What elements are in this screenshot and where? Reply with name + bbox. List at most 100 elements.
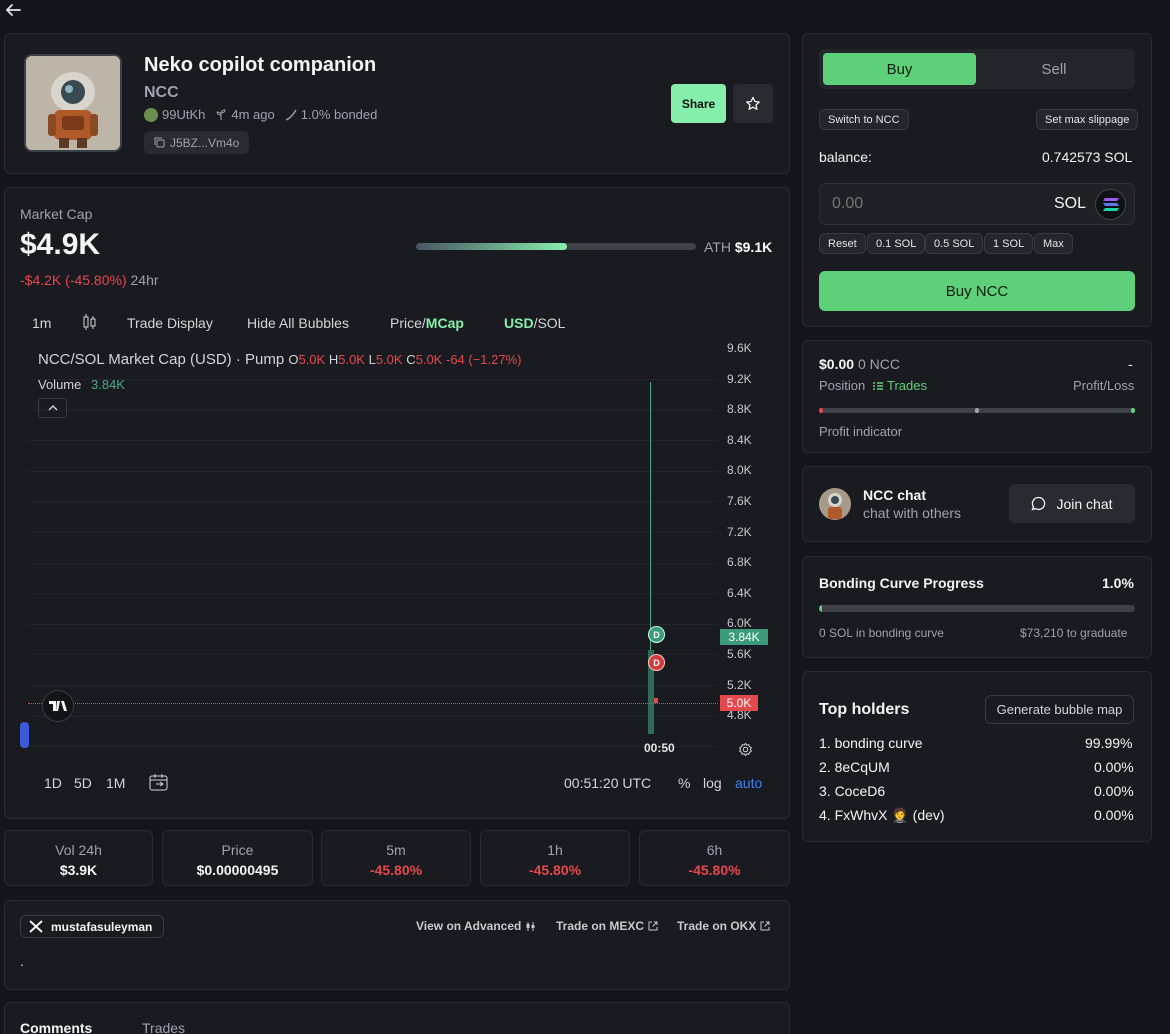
low-value: 5.0K xyxy=(375,352,403,367)
tab-buy[interactable]: Buy xyxy=(823,53,976,85)
gridline xyxy=(28,715,718,717)
back-arrow-icon[interactable] xyxy=(4,2,24,20)
price-chart[interactable]: 9.6K 9.2K 8.8K 8.4K 8.0K 7.6K 7.2K 6.8K 6.4K 6.0K… xyxy=(20,341,768,765)
trade-mexc-link[interactable]: Trade on MEXC xyxy=(556,919,658,933)
tab-sell[interactable]: Sell xyxy=(977,53,1131,85)
holder-name[interactable]: 1. bonding curve xyxy=(819,735,923,751)
bonding-in-curve: 0 SOL in bonding curve xyxy=(819,626,944,640)
chart-pair-title: NCC/SOL Market Cap (USD) · Pump xyxy=(38,351,285,368)
y-tick-label: 9.2K xyxy=(727,371,752,386)
holder-name[interactable]: 2. 8eCqUM xyxy=(819,759,890,775)
range-1d[interactable]: 1D xyxy=(44,775,62,791)
market-cap-label: Market Cap xyxy=(20,206,93,222)
holder-name[interactable]: 4. FxWhvX 🤵 (dev) xyxy=(819,807,945,824)
log-scale-toggle[interactable]: log xyxy=(703,775,722,791)
candle-type-icon[interactable] xyxy=(82,313,96,331)
hide-bubbles-button[interactable]: Hide All Bubbles xyxy=(247,315,349,331)
bonding-title: Bonding Curve Progress xyxy=(819,575,984,591)
set-slippage-button[interactable]: Set max slippage xyxy=(1036,109,1139,130)
creator-avatar-icon xyxy=(144,107,158,122)
stat-value: $0.00000495 xyxy=(196,862,279,878)
balance-value: 0.742573 SOL xyxy=(1042,149,1133,165)
range-5d[interactable]: 5D xyxy=(74,775,92,791)
y-tick-label: 7.6K xyxy=(727,494,752,508)
zero-marker xyxy=(975,408,979,413)
favorite-button[interactable] xyxy=(733,84,773,123)
share-button[interactable]: Share xyxy=(671,84,726,123)
percent-scale-toggle[interactable]: % xyxy=(678,775,690,791)
stat-label: Price xyxy=(221,842,254,858)
time-axis-label: 00:50 xyxy=(644,741,675,755)
copy-icon xyxy=(154,137,165,148)
quick-max[interactable]: Max xyxy=(1034,233,1073,254)
auto-scale-toggle[interactable]: auto xyxy=(735,775,762,791)
price-badge: 5.0K xyxy=(720,695,758,711)
range-1m[interactable]: 1M xyxy=(106,775,125,791)
position-label: Position xyxy=(819,378,866,393)
gridline xyxy=(28,409,718,411)
chart-legend: NCC/SOL Market Cap (USD) · Pump O5.0K H5… xyxy=(38,351,522,368)
holder-pct: 99.99% xyxy=(1085,735,1133,751)
candles-icon xyxy=(526,921,535,931)
tab-trades[interactable]: Trades xyxy=(142,1020,185,1034)
stat-value: $3.9K xyxy=(59,862,98,878)
token-name: Neko copilot companion xyxy=(144,54,377,76)
view-advanced-label: View on Advanced xyxy=(416,919,522,933)
interval-selector[interactable]: 1m xyxy=(32,315,51,331)
ath-progress-bar xyxy=(416,243,696,250)
chart-scroll-handle[interactable] xyxy=(20,722,29,748)
bonded-text: 1.0% bonded xyxy=(300,107,378,122)
profit-marker xyxy=(1131,408,1135,413)
open-label: O xyxy=(288,352,299,367)
quick-1-sol[interactable]: 1 SOL xyxy=(984,233,1034,254)
amount-input-box[interactable]: SOL xyxy=(819,183,1135,225)
sell-bubble[interactable]: D xyxy=(648,654,665,671)
close-label: C xyxy=(406,352,416,367)
trade-okx-link[interactable]: Trade on OKX xyxy=(677,919,770,933)
join-chat-button[interactable]: Join chat xyxy=(1009,484,1135,523)
star-icon xyxy=(746,96,760,110)
quick-0-5-sol[interactable]: 0.5 SOL xyxy=(925,233,984,254)
quick-0-1-sol[interactable]: 0.1 SOL xyxy=(867,233,926,254)
stat-vol24h: Vol 24h $3.9K xyxy=(4,830,153,886)
usd-sol-toggle[interactable]: USD/SOL xyxy=(504,315,565,331)
low-label: L xyxy=(368,352,376,367)
switch-currency-button[interactable]: Switch to NCC xyxy=(819,109,909,130)
ath-label: ATH $9.1K xyxy=(704,239,772,255)
loss-marker xyxy=(819,408,823,413)
candle-change: -64 (−1.27%) xyxy=(445,352,522,367)
chart-settings-icon[interactable] xyxy=(738,742,753,757)
creator[interactable]: 99UtKh xyxy=(144,107,205,122)
volume-legend: Volume 3.84K xyxy=(38,377,125,392)
ath-value: $9.1K xyxy=(734,239,773,255)
amount-input[interactable] xyxy=(832,193,1032,215)
price-mcap-toggle[interactable]: Price/MCap xyxy=(390,315,464,331)
trade-okx-label: Trade on OKX xyxy=(677,919,757,933)
market-cap-change-period: 24hr xyxy=(130,272,159,288)
y-tick-label: 7.2K xyxy=(727,524,752,539)
contract-address-chip[interactable]: J5BZ...Vm4o xyxy=(144,131,250,154)
y-tick-label: 5.2K xyxy=(727,677,752,692)
date-range-icon[interactable] xyxy=(149,773,169,791)
buy-button[interactable]: Buy NCC xyxy=(819,271,1135,311)
profit-indicator-bar xyxy=(819,408,1135,413)
stat-label: 5m xyxy=(386,842,406,858)
tradingview-logo-icon[interactable] xyxy=(42,690,74,722)
bonded: 1.0% bonded xyxy=(285,107,378,122)
contract-address: J5BZ...Vm4o xyxy=(170,135,240,150)
volume-label: Volume xyxy=(38,377,82,392)
trades-link[interactable]: Trades xyxy=(872,378,927,393)
quick-reset[interactable]: Reset xyxy=(819,233,866,254)
buy-bubble[interactable]: D xyxy=(648,626,665,643)
volume-badge: 3.84K xyxy=(720,629,768,645)
market-cap-change: -$4.2K (-45.80%) 24hr xyxy=(20,272,159,288)
bubble-map-button[interactable]: Generate bubble map xyxy=(985,695,1134,724)
holder-name[interactable]: 3. CoceD6 xyxy=(819,783,885,799)
view-advanced-link[interactable]: View on Advanced xyxy=(416,919,536,933)
collapse-legend-button[interactable] xyxy=(38,398,67,418)
twitter-handle-chip[interactable]: mustafasuleyman xyxy=(20,915,165,938)
trade-display-button[interactable]: Trade Display xyxy=(127,315,213,331)
tab-comments[interactable]: Comments xyxy=(20,1020,92,1034)
x-logo-icon xyxy=(29,920,43,933)
gridline xyxy=(28,501,718,503)
